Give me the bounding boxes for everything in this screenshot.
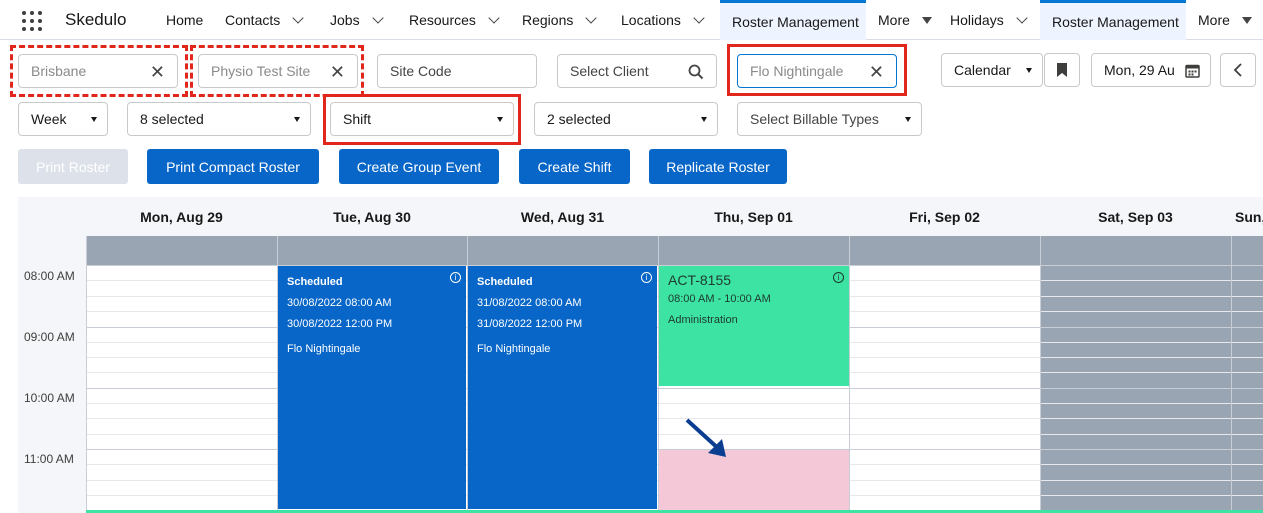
global-navigation: Skedulo Home Contacts Jobs Resources Reg… xyxy=(0,0,1263,40)
view-select[interactable]: Calendar xyxy=(941,53,1043,87)
caret-down-icon[interactable] xyxy=(921,16,932,24)
client-search[interactable]: Select Client xyxy=(557,54,717,88)
day-header: Wed, Aug 31 xyxy=(467,197,658,236)
previous-button[interactable] xyxy=(1220,53,1256,87)
nav-tab-resources[interactable]: Resources xyxy=(399,2,500,38)
nav-tab-jobs[interactable]: Jobs xyxy=(320,2,384,38)
nav-tab-more-2[interactable]: More xyxy=(1188,2,1252,38)
nav-tab-more[interactable]: More xyxy=(868,2,932,38)
print-roster-button[interactable]: Print Roster xyxy=(18,149,128,184)
day-header: Sat, Sep 03 xyxy=(1040,197,1231,236)
category-select[interactable]: 2 selected xyxy=(534,102,718,136)
shift-event[interactable]: Scheduled 31/08/2022 08:00 AM 31/08/2022… xyxy=(468,266,657,509)
info-icon[interactable]: i xyxy=(833,272,844,283)
all-day-row xyxy=(86,236,1263,265)
day-header: Mon, Aug 29 xyxy=(86,197,277,236)
caret-down-icon xyxy=(1026,68,1032,73)
nav-tab-holidays[interactable]: Holidays xyxy=(940,2,1028,38)
create-shift-button[interactable]: Create Shift xyxy=(519,149,630,184)
bookmark-icon xyxy=(1057,63,1067,77)
caret-down-icon[interactable] xyxy=(1241,16,1252,24)
billable-types-select[interactable]: Select Billable Types xyxy=(737,102,922,136)
time-label: 09:00 AM xyxy=(24,330,75,344)
caret-down-icon xyxy=(294,117,300,122)
time-label: 10:00 AM xyxy=(24,391,75,405)
info-icon[interactable]: i xyxy=(450,272,461,283)
nav-tab-roster-management[interactable]: Roster Management xyxy=(720,0,866,40)
activity-event[interactable]: ACT-8155 08:00 AM - 10:00 AM Administrat… xyxy=(659,266,849,386)
date-picker[interactable]: Mon, 29 Au xyxy=(1091,53,1211,87)
chevron-left-icon xyxy=(1233,63,1242,77)
search-icon[interactable] xyxy=(688,64,704,80)
info-icon[interactable]: i xyxy=(641,272,652,283)
calendar-icon[interactable] xyxy=(1185,63,1200,78)
create-group-event-button[interactable]: Create Group Event xyxy=(339,149,499,184)
nav-tab-roster-management-2[interactable]: Roster Management xyxy=(1040,0,1186,40)
chevron-down-icon[interactable] xyxy=(1016,11,1028,24)
highlight-box xyxy=(323,94,521,145)
day-header: Sun, xyxy=(1231,197,1263,236)
caret-down-icon xyxy=(905,117,911,122)
caret-down-icon xyxy=(91,117,97,122)
day-header: Tue, Aug 30 xyxy=(277,197,467,236)
highlight-box xyxy=(190,45,364,97)
nav-tab-contacts[interactable]: Contacts xyxy=(215,2,304,38)
day-header: Fri, Sep 02 xyxy=(849,197,1040,236)
replicate-roster-button[interactable]: Replicate Roster xyxy=(649,149,787,184)
bookmark-button[interactable] xyxy=(1044,53,1080,87)
site-code-input[interactable]: Site Code xyxy=(377,54,537,88)
chevron-down-icon[interactable] xyxy=(488,11,500,24)
time-label: 08:00 AM xyxy=(24,269,75,283)
highlight-box xyxy=(10,45,188,97)
app-launcher-icon[interactable] xyxy=(22,11,42,31)
shift-event[interactable]: Scheduled 30/08/2022 08:00 AM 30/08/2022… xyxy=(278,266,466,509)
time-label: 11:00 AM xyxy=(24,452,74,466)
week-calendar: Mon, Aug 29 Tue, Aug 30 Wed, Aug 31 Thu,… xyxy=(18,197,1263,513)
chevron-down-icon[interactable] xyxy=(585,11,598,24)
app-name: Skedulo xyxy=(65,10,127,29)
caret-down-icon xyxy=(701,117,707,122)
status-select[interactable]: 8 selected xyxy=(127,102,311,136)
nav-tab-locations[interactable]: Locations xyxy=(611,2,705,38)
chevron-down-icon[interactable] xyxy=(292,11,304,24)
chevron-down-icon[interactable] xyxy=(371,11,384,24)
nav-tab-regions[interactable]: Regions xyxy=(512,2,598,38)
nav-tab-home[interactable]: Home xyxy=(156,2,203,38)
day-header: Thu, Sep 01 xyxy=(658,197,849,236)
print-compact-roster-button[interactable]: Print Compact Roster xyxy=(147,149,319,184)
arrow-annotation-icon xyxy=(685,418,726,457)
chevron-down-icon[interactable] xyxy=(693,11,705,24)
period-select[interactable]: Week xyxy=(18,102,108,136)
highlight-box xyxy=(727,44,907,96)
